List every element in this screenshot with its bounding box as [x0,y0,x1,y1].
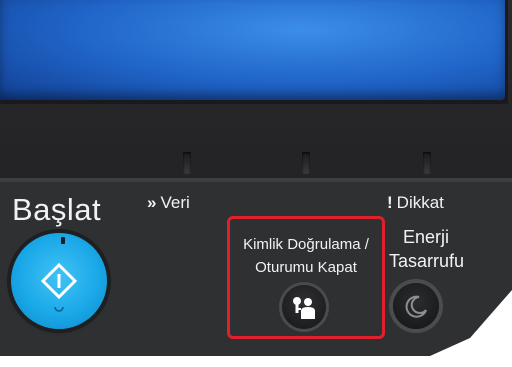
auth-button-label: Kimlik Doğrulama / Oturumu Kapat [230,233,382,279]
led-slot-1 [183,152,191,174]
energy-label-line2: Tasarrufu [389,251,465,271]
led-slot-2 [302,152,310,174]
attention-indicator-label: Dikkat [396,193,444,212]
start-button[interactable] [11,233,107,329]
start-small-indicator-icon [54,306,64,312]
exclamation-icon: ! [387,193,393,212]
data-indicator-label: Veri [160,193,190,212]
auth-label-line2: Oturumu Kapat [255,259,357,276]
data-indicator: » Veri [147,193,190,213]
attention-indicator: ! Dikkat [387,193,444,213]
touch-screen-frame [0,0,508,104]
energy-label-line1: Enerji [403,227,450,247]
start-led [61,237,65,244]
double-chevron-icon: » [147,193,157,212]
energy-saver-button[interactable] [393,283,439,329]
touch-screen[interactable] [0,0,505,100]
start-label: Başlat [12,192,102,227]
authentication-logout-button[interactable] [282,285,326,329]
users-key-icon [293,297,315,319]
diamond-start-icon [41,263,77,299]
crescent-moon-icon [405,295,427,318]
auth-label-line1: Kimlik Doğrulama / [243,236,369,253]
operation-panel: Başlat » Veri ! Dikkat Kimlik Doğrulama / … [0,0,512,367]
panel-divider [0,178,512,182]
auth-highlight-box: Kimlik Doğrulama / Oturumu Kapat [227,216,385,339]
led-slot-3 [423,152,431,174]
energy-saver-label: Enerji Tasarrufu [389,225,469,273]
